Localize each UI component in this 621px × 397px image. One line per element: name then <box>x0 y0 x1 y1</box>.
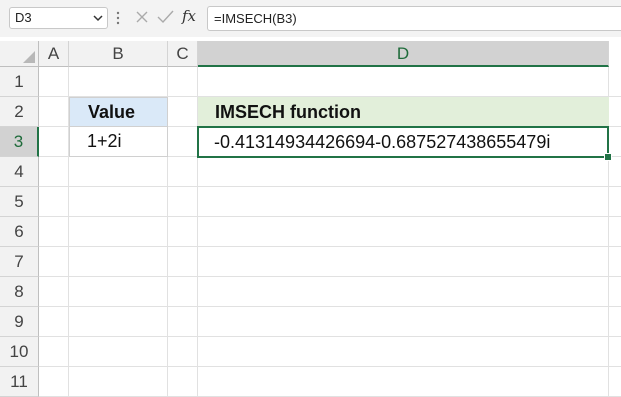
row-header-1[interactable]: 1 <box>0 67 39 97</box>
row-header-2[interactable]: 2 <box>0 97 39 127</box>
column-header-a[interactable]: A <box>39 41 69 67</box>
enter-check-icon[interactable] <box>157 10 174 24</box>
cell-b3-value[interactable]: 1+2i <box>69 127 168 157</box>
gridline <box>39 366 621 367</box>
gridline <box>39 246 621 247</box>
spreadsheet-grid: A B C D 1 2 3 4 5 6 7 8 9 10 11 Value 1+… <box>0 37 621 397</box>
row-header-11[interactable]: 11 <box>0 367 39 397</box>
chevron-down-icon[interactable] <box>93 14 103 22</box>
row-header-10[interactable]: 10 <box>0 337 39 367</box>
name-box-value: D3 <box>15 10 32 25</box>
insert-function-button[interactable]: fx <box>182 7 196 25</box>
formula-text: =IMSECH(B3) <box>214 11 297 26</box>
gridline <box>39 336 621 337</box>
formula-input[interactable]: =IMSECH(B3) <box>207 6 621 31</box>
gridline <box>39 306 621 307</box>
row-header-4[interactable]: 4 <box>0 157 39 187</box>
formula-bar: D3 fx =IMSECH(B3) <box>0 0 621 37</box>
row-header-9[interactable]: 9 <box>0 307 39 337</box>
cell-d2-function-header[interactable]: IMSECH function <box>198 97 609 127</box>
column-header-b[interactable]: B <box>69 41 168 67</box>
column-header-d[interactable]: D <box>198 41 609 67</box>
select-all-triangle-icon <box>23 51 35 63</box>
value-header-label: Value <box>88 101 136 122</box>
fill-handle[interactable] <box>604 153 612 161</box>
cell-area[interactable]: Value 1+2i IMSECH function -0.4131493442… <box>39 67 621 397</box>
row-header-5[interactable]: 5 <box>0 187 39 217</box>
column-header-c[interactable]: C <box>168 41 198 67</box>
row-header-6[interactable]: 6 <box>0 217 39 247</box>
gridline <box>39 276 621 277</box>
value-b3-text: 1+2i <box>87 131 122 151</box>
cancel-icon[interactable] <box>135 10 149 24</box>
function-header-label: IMSECH function <box>215 101 361 122</box>
row-header-7[interactable]: 7 <box>0 247 39 277</box>
result-d3-text: -0.41314934426694-0.687527438655479i <box>214 131 551 152</box>
row-header-8[interactable]: 8 <box>0 277 39 307</box>
name-box[interactable]: D3 <box>9 7 108 29</box>
cell-d3-result[interactable]: -0.41314934426694-0.687527438655479i <box>197 126 609 158</box>
select-all-button[interactable] <box>0 41 39 67</box>
cell-b2-value-header[interactable]: Value <box>69 97 168 127</box>
gridline <box>39 186 621 187</box>
gridline <box>39 216 621 217</box>
row-header-3[interactable]: 3 <box>0 127 39 157</box>
more-options-icon[interactable] <box>115 11 121 25</box>
